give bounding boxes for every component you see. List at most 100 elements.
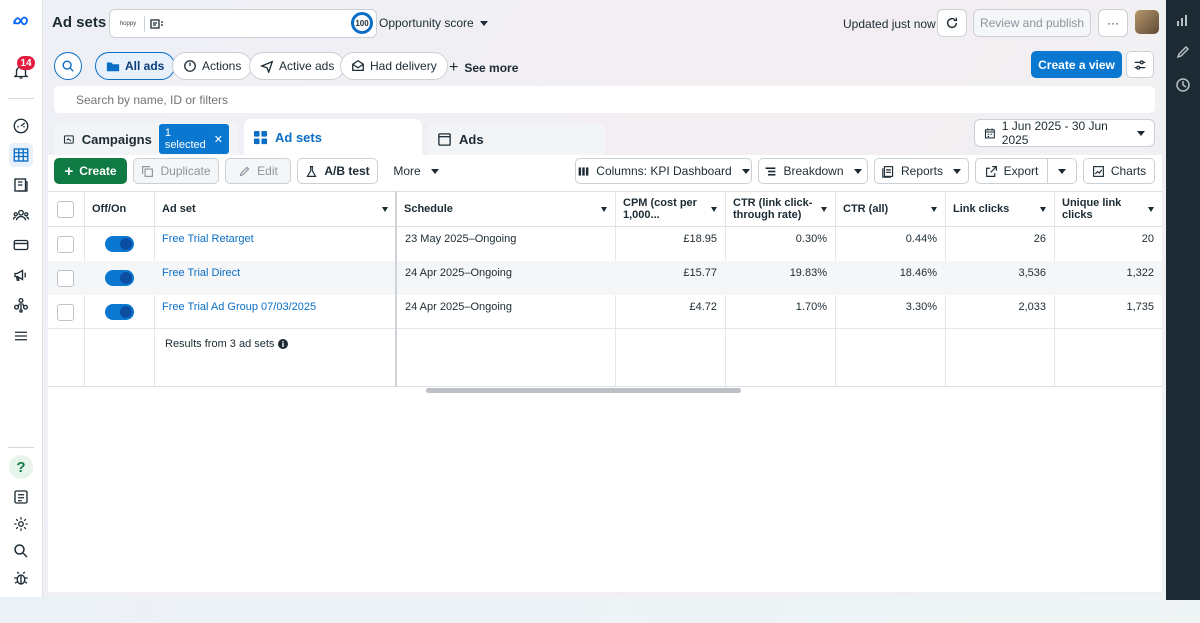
notification-count-badge: 14 [17, 56, 35, 70]
column-header-schedule[interactable]: Schedule [397, 191, 615, 227]
column-header-ad-set[interactable]: Ad set [154, 191, 396, 227]
on-off-toggle[interactable] [105, 236, 134, 252]
more-dropdown-button[interactable]: More [386, 158, 446, 184]
table-row[interactable]: Free Trial Ad Group 07/03/2025 24 Apr 20… [48, 295, 1162, 329]
reports-icon[interactable] [9, 485, 33, 509]
search-icon[interactable] [9, 539, 33, 563]
clock-icon[interactable] [1175, 77, 1191, 93]
account-selector[interactable]: hoppy [109, 9, 377, 38]
create-view-button[interactable]: Create a view [1031, 51, 1122, 78]
right-tools-rail [1166, 0, 1200, 600]
help-icon[interactable]: ? [9, 455, 33, 479]
tab-campaigns[interactable]: Campaigns 1 selected ✕ [54, 123, 238, 155]
top-bar: Ad sets hoppy 100 Opportunity score Upda… [43, 0, 1166, 46]
reports-dropdown-button[interactable]: Reports [874, 158, 969, 184]
header-label: Schedule [404, 203, 453, 215]
chevron-down-icon[interactable] [382, 207, 388, 212]
unique-link-clicks-cell: 1,735 [1126, 301, 1154, 313]
ads-manager-icon[interactable] [9, 143, 33, 167]
table-row[interactable]: Free Trial Retarget 23 May 2025–Ongoing … [48, 227, 1162, 261]
row-checkbox[interactable] [57, 236, 74, 253]
charts-button[interactable]: Charts [1083, 158, 1155, 184]
avatar[interactable] [1135, 10, 1159, 34]
row-checkbox[interactable] [57, 270, 74, 287]
pages-icon[interactable] [9, 173, 33, 197]
row-checkbox[interactable] [57, 304, 74, 321]
selected-chip[interactable]: 1 selected ✕ [158, 124, 229, 154]
had-delivery-pill[interactable]: Had delivery [340, 52, 448, 80]
tab-ads[interactable]: Ads [428, 123, 605, 155]
export-button[interactable]: Export [975, 158, 1048, 184]
chevron-down-icon[interactable] [1148, 207, 1154, 212]
edit-button[interactable]: Edit [225, 158, 291, 184]
see-more-label: See more [464, 61, 519, 75]
ad-set-name-link[interactable]: Free Trial Ad Group 07/03/2025 [154, 295, 396, 329]
more-options-button[interactable]: ··· [1098, 9, 1128, 37]
audience-icon[interactable] [9, 203, 33, 227]
meta-logo-icon[interactable] [9, 10, 33, 34]
active-ads-pill[interactable]: Active ads [249, 52, 346, 80]
bug-icon[interactable] [9, 566, 33, 590]
chart-icon[interactable] [1175, 12, 1191, 28]
unique-link-clicks-cell: 1,322 [1126, 267, 1154, 279]
chevron-down-icon[interactable] [931, 207, 937, 212]
header-label: Unique link [1062, 197, 1122, 209]
refresh-button[interactable] [937, 9, 967, 37]
scrollbar-thumb[interactable] [426, 388, 741, 393]
search-toggle-button[interactable] [54, 52, 82, 80]
view-settings-button[interactable] [1126, 51, 1154, 78]
columns-icon [578, 166, 589, 176]
rail-divider [8, 98, 34, 99]
ad-account-icon [150, 19, 163, 29]
see-more-button[interactable]: + See more [449, 59, 518, 77]
frozen-column-divider [395, 191, 397, 387]
business-icon[interactable] [9, 293, 33, 317]
column-header-off-on[interactable]: Off/On [84, 191, 154, 227]
breakdown-dropdown-button[interactable]: Breakdown [758, 158, 868, 184]
table-row[interactable]: Free Trial Direct 24 Apr 2025–Ongoing £1… [48, 261, 1162, 295]
all-ads-pill[interactable]: All ads [95, 52, 176, 80]
opportunity-score[interactable]: 100 Opportunity score [351, 12, 488, 34]
chevron-down-icon[interactable] [821, 207, 827, 212]
tab-ad-sets[interactable]: Ad sets [244, 119, 422, 155]
horizontal-scrollbar[interactable] [48, 387, 1162, 393]
columns-dropdown-button[interactable]: Columns: KPI Dashboard [575, 158, 752, 184]
tab-label: Campaigns [81, 131, 152, 147]
ab-test-button[interactable]: A/B test [297, 158, 378, 184]
review-and-publish-button[interactable]: Review and publish [973, 9, 1091, 37]
actions-pill[interactable]: Actions [172, 52, 253, 80]
dashboard-icon[interactable] [9, 114, 33, 138]
ad-set-name-link[interactable]: Free Trial Direct [154, 261, 396, 295]
ctr-all-cell: 0.44% [905, 233, 937, 245]
date-range-picker[interactable]: 1 Jun 2025 - 30 Jun 2025 [974, 119, 1155, 147]
breakdown-label: Breakdown [783, 164, 844, 178]
settings-icon[interactable] [9, 512, 33, 536]
link-clicks-cell: 2,033 [1018, 301, 1046, 313]
column-header-cpm[interactable]: CPM (cost per 1,000... [615, 191, 725, 227]
menu-icon[interactable] [9, 324, 33, 348]
on-off-toggle[interactable] [105, 270, 134, 286]
export-options-button[interactable] [1047, 158, 1077, 184]
create-label: Create [79, 164, 117, 178]
duplicate-button[interactable]: Duplicate [133, 158, 219, 184]
pencil-icon[interactable] [1175, 44, 1191, 60]
column-header-ctr-all[interactable]: CTR (all) [835, 191, 945, 227]
chevron-down-icon[interactable] [601, 207, 607, 212]
create-button[interactable]: + Create [54, 158, 127, 184]
close-icon[interactable]: ✕ [214, 133, 223, 146]
info-icon[interactable] [278, 339, 289, 349]
billing-icon[interactable] [9, 233, 33, 257]
edit-label: Edit [257, 164, 278, 178]
select-all-checkbox[interactable] [57, 201, 74, 218]
plus-icon: + [449, 59, 459, 76]
updated-status: Updated just now [843, 17, 936, 31]
column-header-unique-link-clicks[interactable]: Unique link clicks [1054, 191, 1162, 227]
search-input[interactable] [54, 86, 1155, 113]
chevron-down-icon[interactable] [711, 207, 717, 212]
on-off-toggle[interactable] [105, 304, 134, 320]
ad-set-name-link[interactable]: Free Trial Retarget [154, 227, 396, 261]
campaign-icon[interactable] [9, 263, 33, 287]
column-header-ctr-link[interactable]: CTR (link click- through rate) [725, 191, 835, 227]
column-header-link-clicks[interactable]: Link clicks [945, 191, 1054, 227]
chevron-down-icon[interactable] [1040, 207, 1046, 212]
